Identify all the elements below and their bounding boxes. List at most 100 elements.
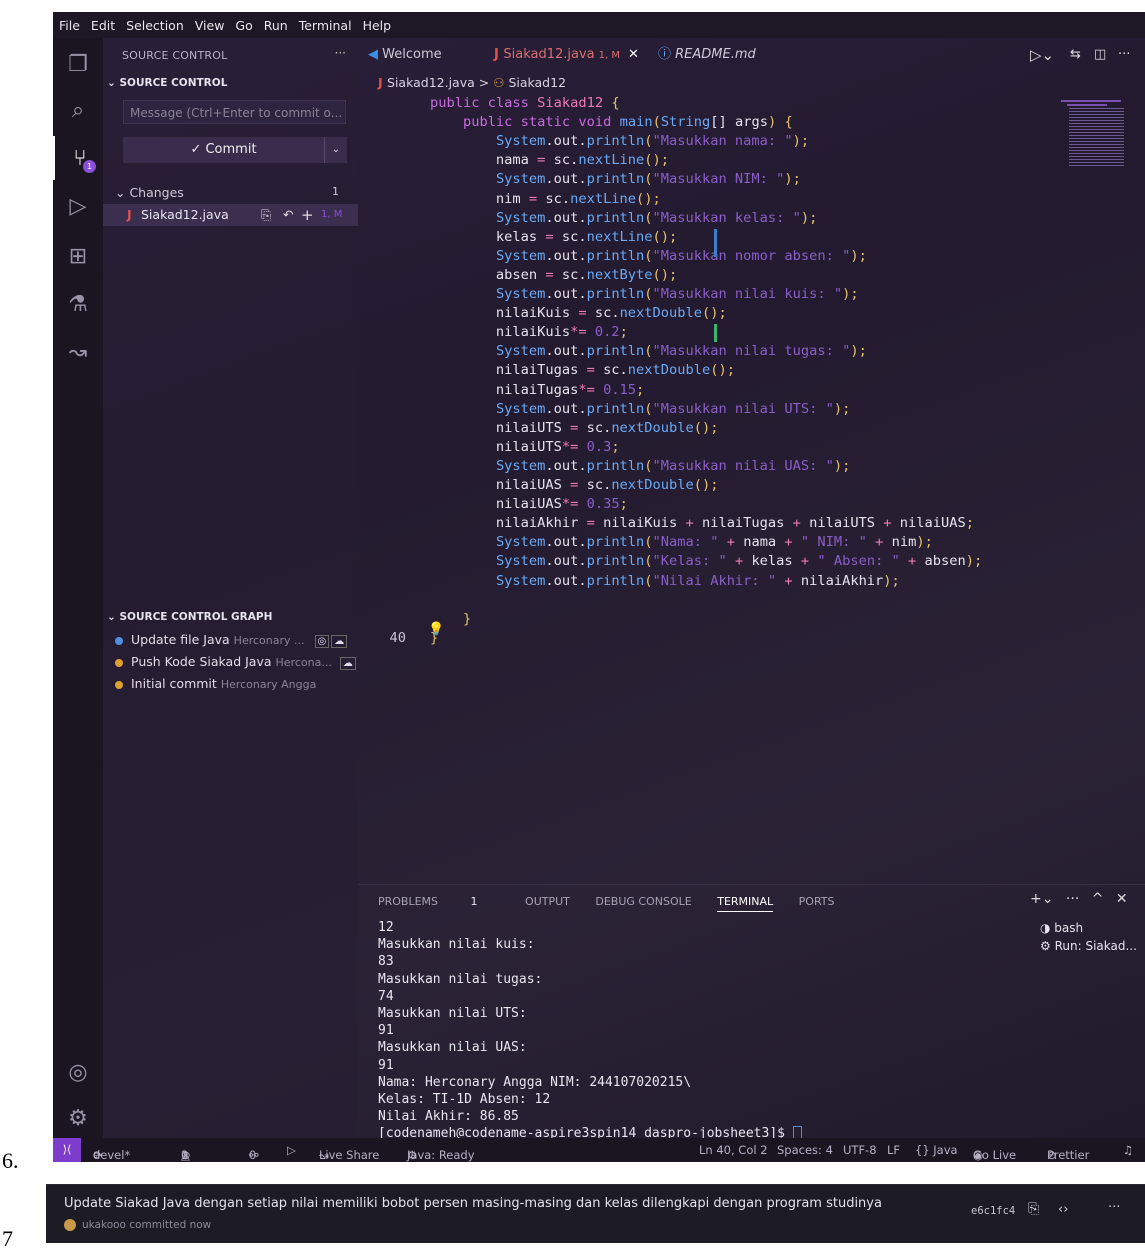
- commit-button[interactable]: ✓ Commit: [123, 137, 324, 163]
- compare-changes-icon[interactable]: ⇆: [1070, 38, 1081, 72]
- code-line[interactable]: nilaiUTS = sc.nextDouble();: [358, 419, 1058, 438]
- code-line[interactable]: nim = sc.nextLine();: [358, 190, 1058, 209]
- code-line[interactable]: System.out.println("Masukkan nilai kuis:…: [358, 285, 1058, 304]
- close-icon[interactable]: ✕: [628, 47, 639, 62]
- more-actions-icon[interactable]: ···: [1118, 38, 1130, 72]
- graph-item[interactable]: Initial commit Herconary Angga: [115, 676, 316, 691]
- commit-message-input[interactable]: Message (Ctrl+Enter to commit o...: [123, 100, 346, 124]
- tab-readme[interactable]: ⓘ README.md: [658, 38, 756, 72]
- cursor-position[interactable]: Ln 40, Col 2: [699, 1143, 768, 1157]
- code-line[interactable]: 40}: [358, 629, 1058, 648]
- breadcrumb-symbol[interactable]: Siakad12: [508, 75, 566, 90]
- source-control-section-header[interactable]: ⌄ SOURCE CONTROL: [107, 77, 227, 89]
- menu-help[interactable]: Help: [357, 18, 397, 33]
- tab-ports[interactable]: PORTS: [799, 895, 835, 908]
- live-share-icon[interactable]: ↝: [53, 330, 103, 374]
- code-line[interactable]: System.out.println("Masukkan nomor absen…: [358, 247, 1058, 266]
- remote-indicator-icon[interactable]: ⟩⟨: [53, 1138, 81, 1162]
- tab-welcome[interactable]: ◀ Welcome: [368, 38, 442, 72]
- tab-terminal[interactable]: TERMINAL: [717, 895, 774, 912]
- code-line[interactable]: System.out.println("Masukkan NIM: ");: [358, 170, 1058, 189]
- testing-icon[interactable]: ⚗: [53, 282, 103, 326]
- account-icon[interactable]: ◎: [53, 1050, 103, 1094]
- code-line[interactable]: System.out.println("Masukkan kelas: ");: [358, 209, 1058, 228]
- commit-dropdown-button[interactable]: ⌄: [324, 137, 347, 163]
- code-line[interactable]: System.out.println("Masukkan nama: ");: [358, 132, 1058, 151]
- tab-debug-console[interactable]: DEBUG CONSOLE: [595, 895, 691, 908]
- code-line[interactable]: nilaiAkhir = nilaiKuis + nilaiTugas + ni…: [358, 514, 1058, 533]
- code-line[interactable]: public static void main(String[] args) {: [358, 113, 1058, 132]
- source-control-graph-header[interactable]: ⌄ SOURCE CONTROL GRAPH: [107, 611, 272, 623]
- split-editor-icon[interactable]: ◫: [1094, 38, 1106, 72]
- debug-status-icon[interactable]: ▷: [287, 1143, 296, 1157]
- indentation[interactable]: Spaces: 4: [777, 1143, 833, 1157]
- code-line[interactable]: kelas = sc.nextLine();: [358, 228, 1058, 247]
- more-actions-icon[interactable]: ···: [1108, 1200, 1120, 1215]
- extensions-icon[interactable]: ⊞: [53, 234, 103, 278]
- code-line[interactable]: System.out.println("Masukkan nilai tugas…: [358, 342, 1058, 361]
- code-line[interactable]: System.out.println("Masukkan nilai UAS: …: [358, 457, 1058, 476]
- graph-item[interactable]: Update file Java Herconary ... ◎ ☁: [115, 632, 348, 648]
- code-line[interactable]: nilaiKuis*= 0.2;: [358, 323, 1058, 342]
- terminal-item[interactable]: ⚙ Run: Siakad...: [1040, 939, 1137, 953]
- tab-siakad12-java[interactable]: J Siakad12.java 1, M ✕: [494, 38, 639, 72]
- menu-edit[interactable]: Edit: [85, 18, 120, 33]
- more-actions-icon[interactable]: ···: [335, 46, 346, 60]
- code-line[interactable]: }: [358, 610, 1058, 629]
- code-line[interactable]: nilaiUAS*= 0.35;: [358, 495, 1058, 514]
- discard-changes-icon[interactable]: ↶: [283, 204, 293, 226]
- cloud-icon[interactable]: ☁: [331, 635, 348, 648]
- notifications-bell-icon[interactable]: ♫: [1123, 1143, 1133, 1157]
- source-control-icon[interactable]: ⑂ 1: [53, 136, 105, 180]
- open-file-icon[interactable]: ⎘: [261, 204, 271, 226]
- language-mode[interactable]: {} Java: [915, 1143, 958, 1157]
- code-line[interactable]: System.out.println("Masukkan nilai UTS: …: [358, 400, 1058, 419]
- code-line[interactable]: absen = sc.nextByte();: [358, 266, 1058, 285]
- changed-file-row[interactable]: J Siakad12.java ⎘ ↶ + 1, M: [103, 204, 358, 226]
- encoding[interactable]: UTF-8: [843, 1143, 877, 1157]
- code-line[interactable]: nilaiTugas = sc.nextDouble();: [358, 361, 1058, 380]
- lightbulb-icon[interactable]: 💡: [428, 622, 444, 637]
- menu-selection[interactable]: Selection: [120, 18, 189, 33]
- menu-view[interactable]: View: [189, 18, 230, 33]
- menu-go[interactable]: Go: [229, 18, 257, 33]
- terminal-output[interactable]: 12 Masukkan nilai kuis: 83 Masukkan nilai t…: [378, 919, 802, 1143]
- code-line[interactable]: System.out.println("Kelas: " + kelas + "…: [358, 552, 1058, 571]
- settings-gear-icon[interactable]: ⚙: [53, 1096, 103, 1140]
- code-line[interactable]: System.out.println("Nilai Akhir: " + nil…: [358, 572, 1058, 591]
- code-icon[interactable]: ‹›: [1058, 1202, 1068, 1217]
- tab-problems[interactable]: PROBLEMS 1: [378, 895, 500, 908]
- stage-changes-icon[interactable]: +: [301, 204, 314, 226]
- minimap[interactable]: [1061, 94, 1131, 194]
- menu-terminal[interactable]: Terminal: [293, 18, 357, 33]
- code-editor[interactable]: public class Siakad12 { public static vo…: [358, 94, 1048, 874]
- code-line[interactable]: nilaiTugas*= 0.15;: [358, 381, 1058, 400]
- run-debug-icon[interactable]: ▷: [53, 184, 103, 228]
- cloud-icon[interactable]: ☁: [339, 657, 356, 670]
- menu-file[interactable]: File: [53, 18, 85, 33]
- menu-run[interactable]: Run: [258, 18, 293, 33]
- search-icon[interactable]: ⌕: [53, 88, 103, 132]
- maximize-panel-icon[interactable]: ^: [1092, 891, 1104, 907]
- copy-icon[interactable]: ⎘: [1028, 1201, 1039, 1217]
- code-line[interactable]: System.out.println("Nama: " + nama + " N…: [358, 533, 1058, 552]
- new-terminal-icon[interactable]: +⌄: [1030, 891, 1053, 907]
- explorer-icon[interactable]: ❐: [53, 42, 103, 86]
- commit-hash[interactable]: e6c1fc4: [971, 1205, 1015, 1217]
- code-line[interactable]: nilaiUTS*= 0.3;: [358, 438, 1058, 457]
- code-line[interactable]: nilaiKuis = sc.nextDouble();: [358, 304, 1058, 323]
- breadcrumb-file[interactable]: Siakad12.java: [387, 75, 475, 90]
- terminal-item[interactable]: ◑ bash: [1040, 921, 1137, 935]
- more-actions-icon[interactable]: ···: [1066, 891, 1079, 907]
- code-line[interactable]: [358, 591, 1058, 610]
- code-line[interactable]: nilaiUAS = sc.nextDouble();: [358, 476, 1058, 495]
- close-panel-icon[interactable]: ✕: [1116, 891, 1128, 907]
- code-line[interactable]: public class Siakad12 {: [358, 94, 1058, 113]
- code-line[interactable]: nama = sc.nextLine();: [358, 151, 1058, 170]
- changes-group[interactable]: ⌄ Changes 1: [115, 185, 345, 200]
- end-of-line[interactable]: LF: [887, 1143, 900, 1157]
- tab-output[interactable]: OUTPUT: [525, 895, 570, 908]
- target-icon[interactable]: ◎: [314, 635, 330, 648]
- graph-item[interactable]: Push Kode Siakad Java Hercona... ☁: [115, 654, 356, 670]
- run-icon[interactable]: ▷⌄: [1030, 38, 1054, 72]
